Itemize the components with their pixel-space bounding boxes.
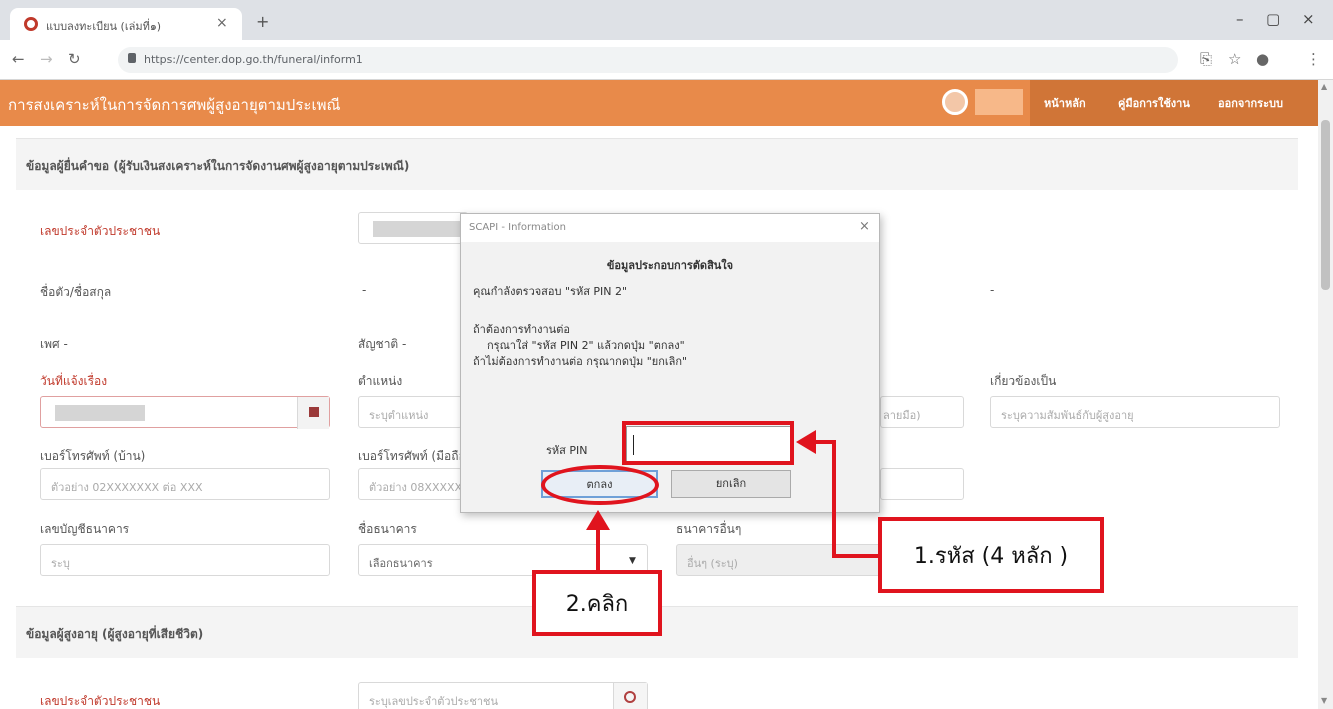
page-scrollbar[interactable]: ▲ ▼ bbox=[1318, 80, 1333, 709]
annotation-arrow2-shaft bbox=[596, 528, 600, 574]
name-value: - bbox=[362, 283, 367, 297]
dialog-close-icon[interactable]: × bbox=[859, 219, 870, 234]
user-name-blurred bbox=[975, 89, 1023, 115]
phone-mobile-placeholder: ตัวอย่าง 08XXXXXXXX bbox=[369, 481, 462, 494]
scroll-down-icon[interactable]: ▼ bbox=[1321, 696, 1327, 705]
id-field[interactable] bbox=[358, 212, 468, 244]
scroll-up-icon[interactable]: ▲ bbox=[1321, 82, 1327, 91]
dropdown-caret-icon: ▼ bbox=[629, 556, 636, 566]
relation-field[interactable]: ระบุความสัมพันธ์กับผู้สูงอายุ bbox=[990, 396, 1280, 428]
phone-home-field[interactable]: ตัวอย่าง 02XXXXXXX ต่อ XXX bbox=[40, 468, 330, 500]
new-tab-button[interactable]: + bbox=[256, 12, 269, 31]
bank-account-label: เลขบัญชีธนาคาร bbox=[40, 522, 130, 536]
browser-tab-bar: แบบลงทะเบียน (เล่มที่๑) × + – ▢ × bbox=[0, 0, 1333, 40]
bank-account-field[interactable]: ระบุ bbox=[40, 544, 330, 576]
bank-other-placeholder: อื่นๆ (ระบุ) bbox=[687, 557, 738, 570]
annotation-ok-highlight bbox=[541, 465, 659, 505]
phone-home-label: เบอร์โทรศัพท์ (บ้าน) bbox=[40, 449, 146, 463]
reload-icon[interactable]: ↻ bbox=[68, 50, 81, 68]
elderly-id-field[interactable]: ระบุเลขประจำตัวประชาชน bbox=[358, 682, 648, 709]
bank-name-value: เลือกธนาคาร bbox=[369, 557, 433, 570]
section-applicant: ข้อมูลผู้ยื่นคำขอ (ผู้รับเงินสงเคราะห์ใน… bbox=[16, 138, 1298, 190]
menu-home[interactable]: หน้าหลัก bbox=[1044, 94, 1086, 112]
elderly-search-button[interactable] bbox=[613, 683, 647, 709]
relation-placeholder: ระบุความสัมพันธ์กับผู้สูงอายุ bbox=[1001, 409, 1134, 422]
section-applicant-title: ข้อมูลผู้ยื่นคำขอ (ผู้รับเงินสงเคราะห์ใน… bbox=[26, 159, 410, 173]
app-header: การสงเคราะห์ในการจัดการศพผู้สูงอายุตามปร… bbox=[0, 80, 1318, 126]
name-label: ชื่อตัว/ชื่อสกุล bbox=[40, 285, 112, 299]
dialog-title: SCAPI - Information bbox=[469, 222, 567, 233]
date-value-blurred bbox=[55, 405, 145, 421]
minimize-button[interactable]: – bbox=[1236, 10, 1244, 28]
browser-menu-icon[interactable]: ⋮ bbox=[1306, 50, 1321, 68]
lock-icon bbox=[128, 53, 136, 63]
calendar-icon bbox=[309, 407, 319, 417]
annotation-arrow1-top bbox=[814, 440, 836, 444]
notify-date-field[interactable] bbox=[40, 396, 330, 429]
menu-manual[interactable]: คู่มือการใช้งาน bbox=[1118, 94, 1190, 112]
annotation-arrow1-vertical bbox=[832, 442, 836, 558]
tab-close-icon[interactable]: × bbox=[216, 15, 228, 31]
section-elderly-title: ข้อมูลผู้สูงอายุ (ผู้สูงอายุที่เสียชีวิต… bbox=[26, 627, 204, 641]
partial-field[interactable]: ลายมือ) bbox=[880, 396, 964, 428]
notify-date-label: วันที่แจ้งเรื่อง bbox=[40, 374, 108, 388]
phone-mobile-field[interactable]: ตัวอย่าง 08XXXXXXXX bbox=[358, 468, 462, 500]
phone-mobile-label: เบอร์โทรศัพท์ (มือถือ) bbox=[358, 449, 471, 463]
id-label: เลขประจำตัวประชาชน bbox=[40, 224, 161, 238]
scroll-thumb[interactable] bbox=[1321, 120, 1330, 290]
profile-icon[interactable]: ● bbox=[1256, 50, 1269, 68]
position-label: ตำแหน่ง bbox=[358, 374, 403, 388]
url-text: https://center.dop.go.th/funeral/inform1 bbox=[144, 53, 363, 66]
address-bar-row: ← → ↻ https://center.dop.go.th/funeral/i… bbox=[0, 40, 1333, 80]
back-arrow-icon[interactable]: ← bbox=[12, 50, 25, 68]
bank-other-label: ธนาคารอื่นๆ bbox=[676, 522, 742, 536]
cancel-button[interactable]: ยกเลิก bbox=[671, 470, 791, 498]
window-close-button[interactable]: × bbox=[1302, 10, 1315, 28]
menu-logout[interactable]: ออกจากระบบ bbox=[1218, 94, 1283, 112]
url-field[interactable]: https://center.dop.go.th/funeral/inform1 bbox=[118, 47, 1178, 73]
elderly-id-placeholder: ระบุเลขประจำตัวประชาชน bbox=[369, 695, 498, 708]
annotation-pin-highlight bbox=[622, 421, 794, 465]
name-value-right: - bbox=[990, 283, 995, 297]
relation-label: เกี่ยวข้องเป็น bbox=[990, 374, 1057, 388]
calendar-button[interactable] bbox=[297, 397, 329, 429]
phone-extra-field[interactable] bbox=[880, 468, 964, 500]
tab-title: แบบลงทะเบียน (เล่มที่๑) bbox=[46, 20, 162, 33]
elderly-id-label: เลขประจำตัวประชาชน bbox=[40, 694, 161, 708]
annotation-step1-callout: 1.รหัส (4 หลัก ) bbox=[878, 517, 1104, 593]
position-placeholder: ระบุตำแหน่ง bbox=[369, 409, 429, 422]
translate-icon[interactable]: ⎘ bbox=[1200, 50, 1212, 68]
search-icon bbox=[624, 691, 636, 703]
app-title: การสงเคราะห์ในการจัดการศพผู้สูงอายุตามปร… bbox=[8, 96, 341, 114]
dialog-line-4: ถ้าไม่ต้องการทำงานต่อ กรุณากดปุ่ม "ยกเลิ… bbox=[473, 355, 688, 368]
dialog-line-1: คุณกำลังตรวจสอบ "รหัส PIN 2" bbox=[473, 285, 628, 298]
annotation-step2-callout: 2.คลิก bbox=[532, 570, 662, 636]
gender-label: เพศ - bbox=[40, 337, 68, 351]
nationality-label: สัญชาติ - bbox=[358, 337, 407, 351]
bank-name-label: ชื่อธนาคาร bbox=[358, 522, 417, 536]
user-avatar-icon[interactable] bbox=[942, 89, 968, 115]
dialog-titlebar: SCAPI - Information × bbox=[461, 214, 879, 242]
site-favicon-icon bbox=[24, 17, 38, 31]
annotation-arrow1-bottom bbox=[832, 554, 880, 558]
id-value-blurred bbox=[373, 221, 463, 237]
phone-home-placeholder: ตัวอย่าง 02XXXXXXX ต่อ XXX bbox=[51, 481, 203, 494]
annotation-arrow1-head bbox=[796, 430, 816, 454]
partial-placeholder: ลายมือ) bbox=[883, 409, 921, 422]
browser-tab[interactable]: แบบลงทะเบียน (เล่มที่๑) × bbox=[10, 8, 242, 40]
pin-dialog: SCAPI - Information × ข้อมูลประกอบการตัด… bbox=[460, 213, 880, 513]
bookmark-star-icon[interactable]: ☆ bbox=[1228, 50, 1241, 68]
dialog-heading: ข้อมูลประกอบการตัดสินใจ bbox=[606, 259, 734, 272]
pin-label: รหัส PIN bbox=[546, 444, 588, 457]
maximize-button[interactable]: ▢ bbox=[1266, 10, 1280, 28]
position-field[interactable]: ระบุตำแหน่ง bbox=[358, 396, 462, 428]
annotation-arrow2-head bbox=[586, 510, 610, 530]
bank-account-placeholder: ระบุ bbox=[51, 557, 70, 570]
forward-arrow-icon[interactable]: → bbox=[40, 50, 53, 68]
